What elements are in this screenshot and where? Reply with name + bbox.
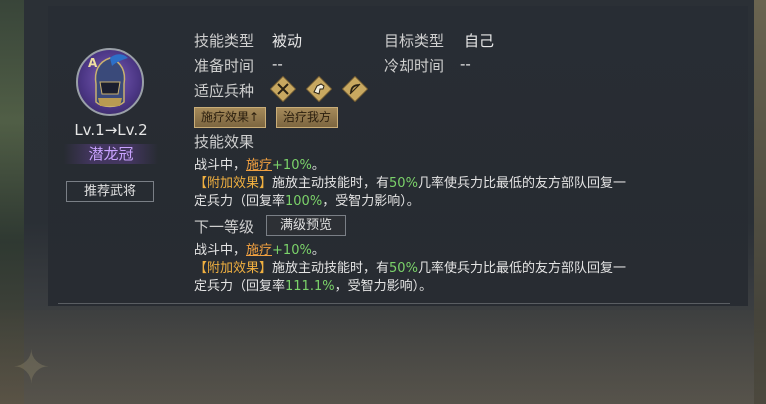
prep-time-value: -- [272, 55, 283, 73]
tag-heal-ally: 治疗我方 [276, 107, 339, 128]
effect-text: ，受智力影响）。 [322, 194, 420, 209]
level-progress: Lv.1→Lv.2 [74, 121, 148, 139]
heal-link[interactable]: 施疗 [246, 158, 272, 173]
background-glyph: ✦ [12, 340, 51, 394]
extra-effect-tag: 【附加效果】 [194, 176, 273, 191]
heal-link[interactable]: 施疗 [246, 243, 272, 258]
effect-text: 。 [311, 243, 325, 258]
recommend-general-button[interactable]: 推荐武将 [66, 181, 154, 202]
cooldown-value: -- [460, 55, 471, 73]
effect-rate: 111.1% [285, 279, 335, 294]
effect-value: +10% [272, 158, 312, 173]
cavalry-icon [306, 76, 332, 102]
skill-avatar: A [76, 48, 144, 116]
skill-effect-title: 技能效果 [194, 133, 255, 151]
max-level-preview-button[interactable]: 满级预览 [266, 215, 346, 236]
effect-value: +10% [272, 243, 312, 258]
effect-text: 。 [311, 158, 325, 173]
effect-rate: 100% [285, 194, 323, 209]
effect-text: 几率使兵力比最低的友方部队回复一 [417, 261, 626, 276]
skill-type-value: 被动 [272, 32, 303, 50]
next-level-title: 下一等级 [194, 218, 255, 236]
archer-icon [342, 76, 368, 102]
background-ground [0, 310, 766, 404]
infantry-icon [270, 76, 296, 102]
tag-heal-boost: 施疗效果↑ [194, 107, 267, 128]
cooldown-label: 冷却时间 [384, 57, 445, 75]
effect-chance: 50% [389, 261, 418, 276]
next-level-desc: 战斗中，施疗+10%。 【附加效果】施放主动技能时，有50%几率使兵力比最低的友… [194, 242, 714, 294]
skill-name-label: 潜龙冠 [64, 144, 158, 164]
troop-type-label: 适应兵种 [194, 82, 255, 100]
target-type-value: 自己 [464, 32, 495, 50]
extra-effect-tag: 【附加效果】 [194, 261, 273, 276]
skill-effect-desc: 战斗中，施疗+10%。 【附加效果】施放主动技能时，有50%几率使兵力比最低的友… [194, 157, 714, 211]
effect-text: 定兵力（回复率 [194, 194, 286, 209]
effect-chance: 50% [389, 176, 418, 191]
effect-text: 战斗中， [194, 243, 247, 258]
effect-text: 施放主动技能时，有 [272, 261, 390, 276]
prep-time-label: 准备时间 [194, 57, 255, 75]
effect-text: 几率使兵力比最低的友方部队回复一 [417, 176, 626, 191]
target-type-label: 目标类型 [384, 32, 445, 50]
helmet-icon [94, 54, 128, 108]
skill-type-label: 技能类型 [194, 32, 255, 50]
effect-text: 战斗中， [194, 158, 247, 173]
effect-text: 施放主动技能时，有 [272, 176, 390, 191]
effect-text: ，受智力影响）。 [334, 279, 433, 294]
effect-text: 定兵力（回复率 [194, 279, 286, 294]
panel-divider [58, 303, 730, 304]
